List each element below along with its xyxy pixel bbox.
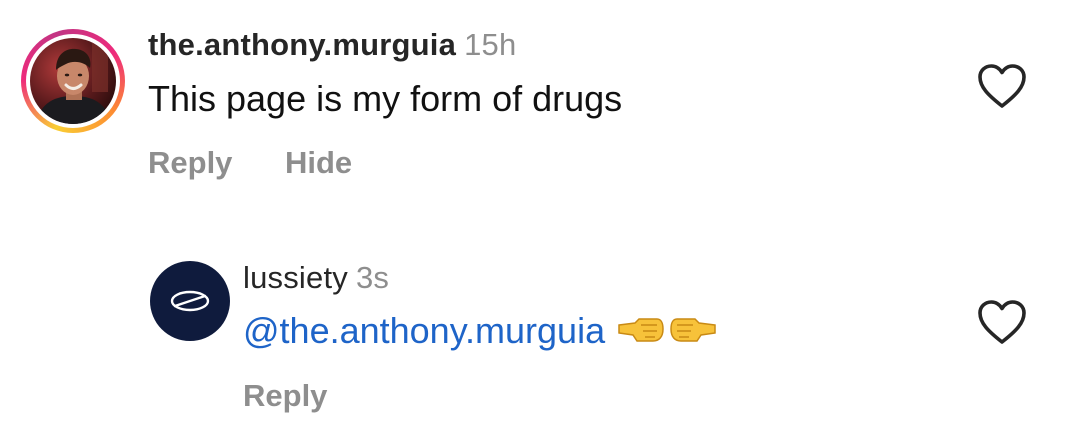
story-ring-avatar[interactable] — [21, 29, 125, 133]
heart-outline-icon[interactable] — [976, 298, 1028, 346]
comment-text: @the.anthony.murguia — [243, 310, 717, 354]
username-text[interactable]: lussiety — [243, 260, 348, 295]
profile-photo — [30, 38, 116, 124]
hide-button[interactable]: Hide — [285, 145, 352, 181]
username-text[interactable]: the.anthony.murguia — [148, 27, 456, 62]
comment-username[interactable]: the.anthony.murguia 15h — [148, 27, 516, 63]
heart-outline-icon[interactable] — [976, 62, 1028, 110]
reply-button[interactable]: Reply — [243, 378, 327, 414]
comment-timestamp: 15h — [464, 27, 517, 62]
lussiety-logo[interactable] — [150, 261, 230, 341]
comment-timestamp: 3s — [355, 260, 390, 295]
right-facing-fist-emoji — [617, 312, 665, 354]
left-facing-fist-emoji — [669, 312, 717, 354]
comment-item: the.anthony.murguia 15h This page is my f… — [0, 0, 1080, 200]
reply-button[interactable]: Reply — [148, 145, 232, 181]
comment-item: lussiety 3s @the.anthony.murguia Reply — [0, 230, 1080, 445]
comment-username[interactable]: lussiety 3s — [243, 260, 389, 296]
comment-text: This page is my form of drugs — [148, 78, 623, 119]
mention-link[interactable]: @the.anthony.murguia — [243, 310, 605, 351]
